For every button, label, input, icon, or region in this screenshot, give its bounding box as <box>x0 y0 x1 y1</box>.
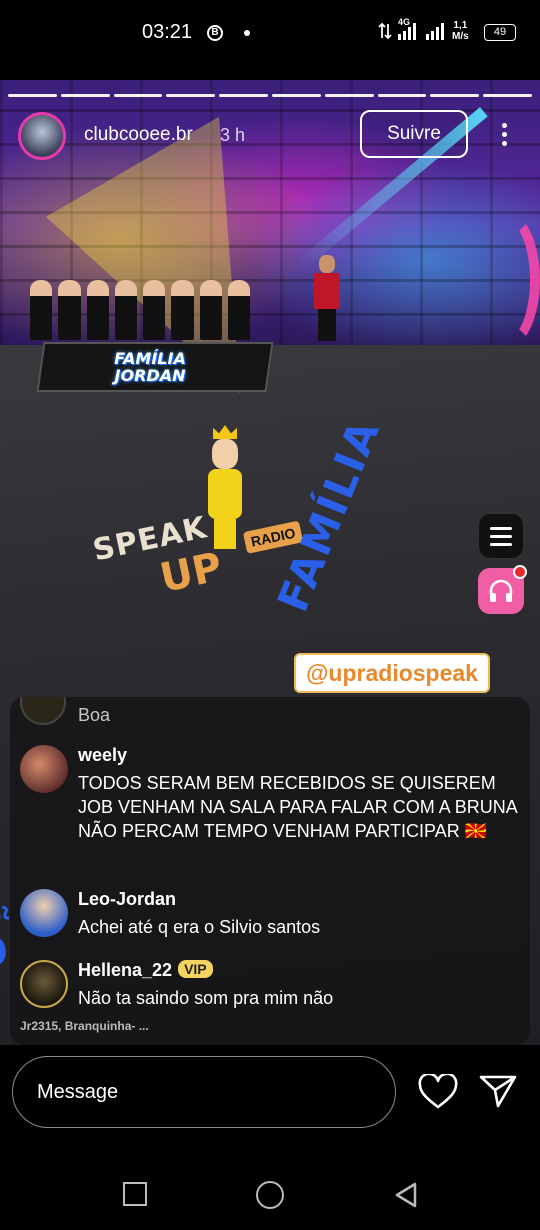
menu-icon[interactable] <box>478 513 524 559</box>
comment-text: Não ta saindo som pra mim não <box>78 988 334 1008</box>
notification-dot-icon <box>244 30 250 36</box>
commenter-avatar[interactable] <box>20 745 68 793</box>
avatar-dancer-crown <box>195 425 255 549</box>
story-progress-segment <box>483 94 532 97</box>
comment-text: TODOS SERAM BEM RECEBIDOS SE QUISEREM JO… <box>78 773 517 841</box>
comment-text-partial: Boa <box>78 705 111 725</box>
notification-badge <box>513 565 527 579</box>
story-progress-bar <box>8 94 532 97</box>
commenter-name[interactable]: weely <box>78 745 127 766</box>
story-progress-segment <box>113 94 163 97</box>
status-bar: 03:21 B 4G 1,1 M/s 49 <box>0 0 540 66</box>
story-progress-segment <box>324 94 374 97</box>
story-username[interactable]: clubcooee.br <box>84 124 193 146</box>
mention-sticker[interactable]: @upradiospeak <box>294 653 490 693</box>
crown-icon <box>213 425 237 439</box>
stage-logo-line2: JORDAN <box>114 366 186 385</box>
stage-logo: FAMÍLIA JORDAN <box>90 350 210 390</box>
comment-text: Achei até q era o Silvio santos <box>78 917 321 937</box>
back-button[interactable] <box>394 1181 418 1214</box>
story-progress-segment <box>166 94 216 97</box>
heart-icon[interactable] <box>418 1072 458 1110</box>
avatar-standing <box>314 255 340 345</box>
message-input[interactable] <box>12 1056 396 1128</box>
status-time: 03:21 <box>142 21 193 43</box>
profile-avatar[interactable] <box>18 112 66 160</box>
story-time-ago: 3 h <box>220 125 246 145</box>
network-speed-value: 1,1 <box>453 20 468 31</box>
system-nav-bar <box>0 1145 540 1230</box>
story-progress-segment <box>60 94 110 97</box>
follow-button[interactable]: Suivre <box>360 110 468 158</box>
live-comments-panel[interactable]: Boa weely TODOS SERAM BEM RECEBIDOS SE Q… <box>10 697 530 1045</box>
story-progress-segment <box>271 94 321 97</box>
b-app-icon: B <box>207 25 223 41</box>
signal-icon <box>378 20 448 45</box>
commenter-avatar[interactable] <box>20 960 68 1008</box>
battery-indicator: 49 <box>484 24 516 41</box>
network-speed-unit: M/s <box>452 31 469 42</box>
commenter-name[interactable]: Leo-Jordan <box>78 889 176 910</box>
reply-bar <box>0 1045 540 1145</box>
commenter-avatar[interactable] <box>20 889 68 937</box>
story-progress-segment <box>377 94 427 97</box>
story-progress-segment <box>8 94 57 97</box>
story-progress-segment <box>219 94 268 97</box>
home-button[interactable] <box>256 1181 284 1209</box>
story-viewer[interactable]: FAMÍLIA JORDAN SPEAK UP RADIO FAMÍLIA CO… <box>0 80 540 1045</box>
vip-badge: VIP <box>178 960 213 978</box>
network-type: 4G <box>398 17 411 27</box>
commenter-name[interactable]: Hellena_22 VIP <box>78 960 213 981</box>
avatar-crowd <box>30 280 250 340</box>
headphones-icon[interactable] <box>478 565 527 614</box>
send-icon[interactable] <box>478 1073 518 1109</box>
pink-light-beam <box>470 210 540 350</box>
story-header: clubcooee.br 3 h Suivre <box>0 110 540 170</box>
story-progress-segment <box>430 94 480 97</box>
network-speed: 1,1 M/s <box>452 20 469 42</box>
viewers-list[interactable]: Jr2315, Branquinha- ... <box>20 1019 149 1033</box>
commenter-name-text: Hellena_22 <box>78 960 173 980</box>
comment-avatar-partial <box>20 697 66 725</box>
more-vertical-icon[interactable] <box>492 120 516 150</box>
recents-button[interactable] <box>123 1182 147 1206</box>
